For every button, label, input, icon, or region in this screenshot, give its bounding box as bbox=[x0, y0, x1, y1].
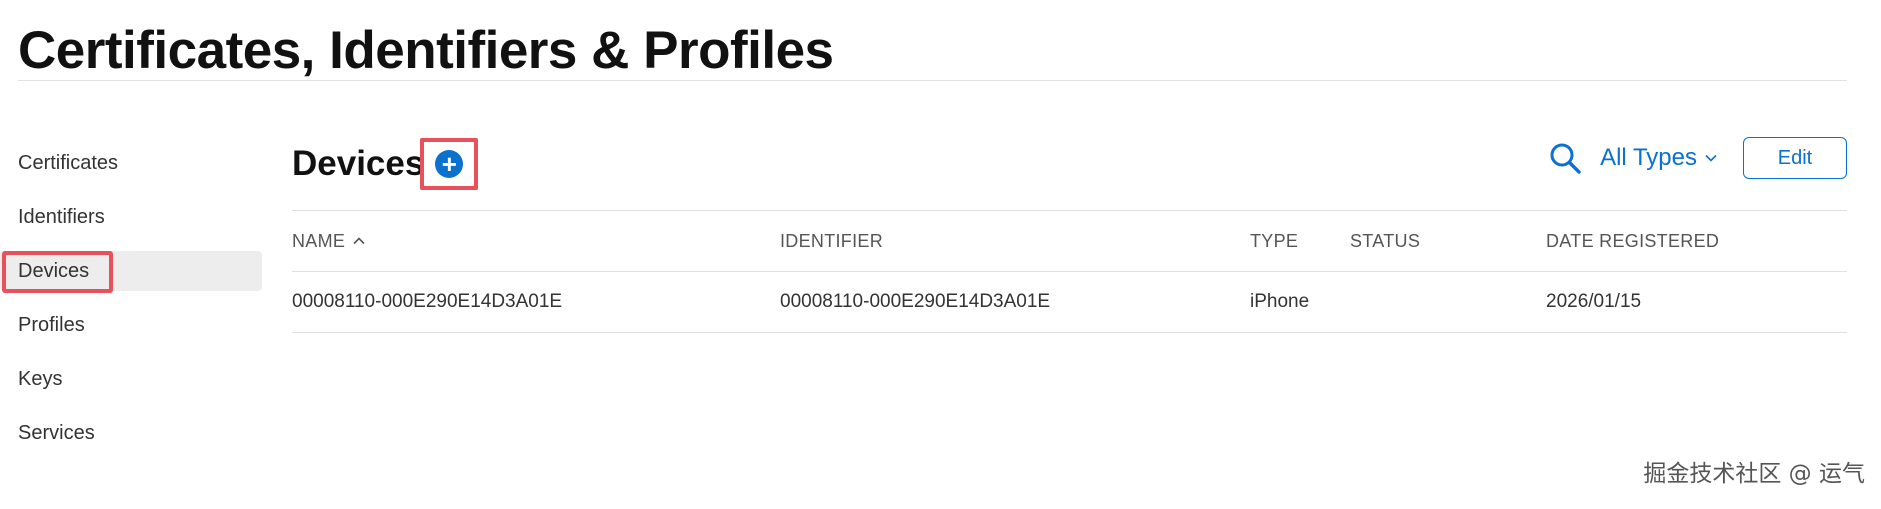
type-filter-dropdown[interactable]: All Types bbox=[1600, 144, 1717, 172]
sidebar-item-label: Certificates bbox=[18, 151, 119, 174]
column-header-status[interactable]: STATUS bbox=[1350, 211, 1420, 271]
search-icon bbox=[1550, 143, 1581, 174]
table-row[interactable]: 00008110-000E290E14D3A01E 00008110-000E2… bbox=[292, 271, 1847, 333]
toolbar: All Types Edit bbox=[1548, 137, 1847, 179]
plus-circle-icon: + bbox=[441, 149, 457, 179]
page-title: Certificates, Identifiers & Profiles bbox=[18, 21, 834, 80]
sidebar-item-label: Services bbox=[18, 421, 95, 444]
title-divider bbox=[18, 80, 1847, 81]
device-type: iPhone bbox=[1250, 291, 1310, 312]
sidebar-item-identifiers[interactable]: Identifiers bbox=[0, 197, 262, 237]
section-title: Devices bbox=[292, 144, 425, 183]
highlight-box bbox=[2, 251, 113, 293]
sidebar: Certificates Identifiers Devices Profile… bbox=[0, 143, 262, 467]
column-header-name[interactable]: NAME bbox=[292, 211, 365, 271]
chevron-down-icon bbox=[1705, 154, 1717, 162]
table-header: NAME IDENTIFIER TYPE STATUS DATE REGISTE… bbox=[292, 210, 1847, 271]
column-header-date-registered[interactable]: DATE REGISTERED bbox=[1546, 211, 1719, 271]
section-header: Devices + bbox=[292, 138, 479, 190]
sidebar-item-label: Identifiers bbox=[18, 205, 105, 228]
chevron-up-icon bbox=[353, 237, 365, 245]
column-header-label: NAME bbox=[292, 230, 346, 251]
devices-table: NAME IDENTIFIER TYPE STATUS DATE REGISTE… bbox=[292, 210, 1847, 333]
add-device-button[interactable]: + bbox=[435, 149, 464, 179]
sidebar-item-profiles[interactable]: Profiles bbox=[0, 305, 262, 345]
watermark: 掘金技术社区 @ 运气 bbox=[1643, 461, 1865, 487]
edit-button[interactable]: Edit bbox=[1743, 137, 1847, 179]
column-header-identifier[interactable]: IDENTIFIER bbox=[780, 211, 883, 271]
device-name: 00008110-000E290E14D3A01E bbox=[292, 291, 563, 312]
device-identifier: 00008110-000E290E14D3A01E bbox=[780, 291, 1051, 312]
search-button[interactable] bbox=[1548, 141, 1582, 175]
sidebar-item-devices[interactable]: Devices bbox=[0, 251, 262, 293]
sidebar-item-label: Profiles bbox=[18, 313, 85, 336]
sidebar-item-keys[interactable]: Keys bbox=[0, 359, 262, 399]
device-date-registered: 2026/01/15 bbox=[1546, 291, 1642, 312]
sidebar-item-label: Keys bbox=[18, 367, 63, 390]
type-filter-label: All Types bbox=[1600, 144, 1697, 171]
column-header-type[interactable]: TYPE bbox=[1250, 211, 1298, 271]
sidebar-item-services[interactable]: Services bbox=[0, 413, 262, 453]
sidebar-item-certificates[interactable]: Certificates bbox=[0, 143, 262, 183]
highlight-box: + bbox=[420, 138, 479, 190]
